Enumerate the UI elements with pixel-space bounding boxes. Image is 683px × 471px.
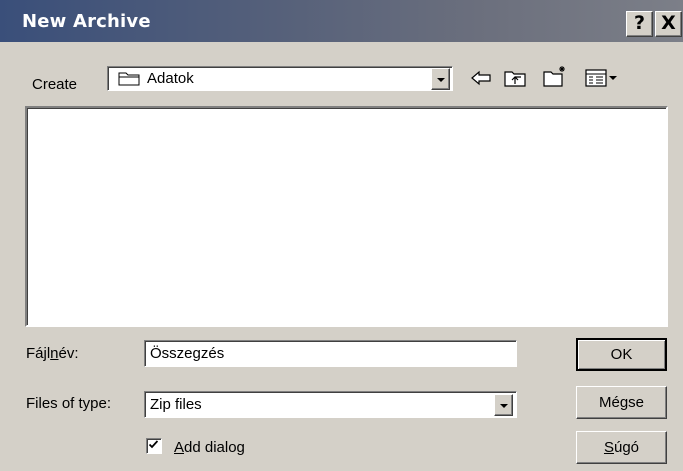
add-dialog-checkbox[interactable] [146, 438, 162, 454]
title-bar: New Archive ? X [0, 0, 683, 42]
filename-input[interactable]: Összegzés [144, 340, 517, 367]
add-dialog-label[interactable]: Add dialog [174, 439, 245, 456]
view-menu-icon[interactable] [585, 68, 619, 87]
up-folder-icon[interactable] [504, 68, 526, 87]
cancel-button[interactable]: Mégse [576, 386, 667, 419]
filetype-dropdown[interactable]: Zip files [144, 391, 517, 418]
filetype-label: Files of type: [26, 395, 112, 412]
filetype-dropdown-arrow[interactable] [494, 394, 513, 416]
help-button[interactable]: ? [626, 11, 653, 37]
ok-button[interactable]: OK [576, 338, 667, 371]
location-dropdown-arrow[interactable] [431, 68, 450, 90]
help-dialog-button[interactable]: Súgó [576, 431, 667, 464]
location-label: Create [32, 76, 78, 93]
filename-value: Összegzés [150, 345, 225, 362]
filetype-value: Zip files [150, 396, 202, 413]
current-folder-name: Adatok [147, 70, 194, 87]
checkmark-icon [149, 440, 158, 449]
folder-icon [118, 72, 140, 86]
window-title: New Archive [22, 11, 151, 32]
close-button[interactable]: X [655, 11, 682, 37]
new-folder-icon[interactable] [543, 64, 569, 87]
back-arrow-icon[interactable] [470, 70, 492, 86]
location-dropdown[interactable]: Adatok [107, 66, 453, 91]
file-list[interactable] [25, 106, 668, 327]
filename-label: Fájlnév: [26, 345, 79, 362]
